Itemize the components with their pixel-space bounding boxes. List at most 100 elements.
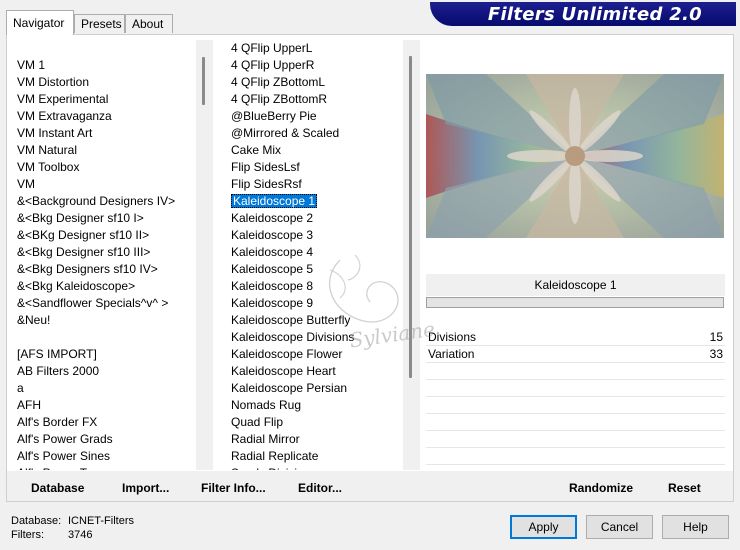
list-item-label: Radial Mirror (231, 432, 300, 446)
filters-count-value: 3746 (68, 529, 93, 541)
database-button[interactable]: Database (31, 481, 84, 495)
list-item[interactable]: Kaleidoscope 3 (219, 227, 417, 244)
list-item-label: VM Natural (17, 143, 78, 157)
list-item[interactable]: &<Sandflower Specials^v^ > (13, 295, 211, 312)
list-item[interactable]: Kaleidoscope Flower (219, 346, 417, 363)
button-label: Help (683, 520, 708, 534)
list-item-label: Kaleidoscope Heart (231, 364, 336, 378)
list-item[interactable]: &<Bkg Kaleidoscope> (13, 278, 211, 295)
scrollbar-thumb[interactable] (202, 57, 205, 105)
button-label: Randomize (569, 481, 634, 495)
list-item[interactable]: Kaleidoscope 2 (219, 210, 417, 227)
list-item[interactable]: a (13, 380, 211, 397)
param-variation[interactable]: Variation 33 (426, 346, 725, 363)
list-item[interactable]: Kaleidoscope Divisions (219, 329, 417, 346)
list-item[interactable]: VM Experimental (13, 91, 211, 108)
title-banner: Filters Unlimited 2.0 (430, 2, 736, 26)
list-item[interactable]: Kaleidoscope Persian (219, 380, 417, 397)
list-item[interactable]: AB Filters 2000 (13, 363, 211, 380)
list-item[interactable]: &<BKg Designer sf10 II> (13, 227, 211, 244)
list-item[interactable]: Kaleidoscope 8 (219, 278, 417, 295)
button-label: Import... (122, 481, 170, 495)
list-item[interactable]: Flip SidesRsf (219, 176, 417, 193)
list-item[interactable]: Kaleidoscope Butterfly (219, 312, 417, 329)
list-item[interactable]: Alf's Power Grads (13, 431, 211, 448)
list-item[interactable]: Nomads Rug (219, 397, 417, 414)
reset-button[interactable]: Reset (668, 481, 701, 495)
list-item[interactable]: Kaleidoscope 1 (219, 193, 417, 210)
list-item[interactable]: &Neu! (13, 312, 211, 329)
list-item[interactable]: 4 QFlip ZBottomL (219, 74, 417, 91)
list-item-label: 4 QFlip ZBottomL (231, 75, 326, 89)
list-item-label: 4 QFlip ZBottomR (231, 92, 328, 106)
list-item[interactable]: VM Natural (13, 142, 211, 159)
list-item[interactable]: 4 QFlip UpperR (219, 57, 417, 74)
list-item-label: Kaleidoscope 1 (231, 194, 318, 208)
list-item[interactable]: Radial Replicate (219, 448, 417, 465)
filter-list[interactable]: 4 QFlip UpperL 4 QFlip UpperR 4 QFlip ZBot… (219, 40, 417, 470)
list-item[interactable]: VM Distortion (13, 74, 211, 91)
list-item[interactable]: Flip SidesLsf (219, 159, 417, 176)
app-title: Filters Unlimited 2.0 (487, 4, 702, 25)
list-item[interactable]: &<Bkg Designer sf10 III> (13, 244, 211, 261)
list-item-label: Kaleidoscope 8 (231, 279, 314, 293)
list-item[interactable]: @Mirrored & Scaled (219, 125, 417, 142)
param-row-empty (426, 380, 725, 397)
list-item[interactable]: Alf's Power Sines (13, 448, 211, 465)
list-item[interactable]: @BlueBerry Pie (219, 108, 417, 125)
list-item[interactable]: &<Bkg Designers sf10 IV> (13, 261, 211, 278)
list-item[interactable]: VM 1 (13, 57, 211, 74)
list-item-label: Kaleidoscope 2 (231, 211, 314, 225)
list-item[interactable]: &<Background Designers IV> (13, 193, 211, 210)
list-item-label: Kaleidoscope 3 (231, 228, 314, 242)
list-item-label: Kaleidoscope 9 (231, 296, 314, 310)
list-item[interactable]: Seeds Divisions (219, 465, 417, 470)
button-label: Database (31, 481, 85, 495)
tab-presets[interactable]: Presets (74, 14, 125, 33)
tab-about[interactable]: About (125, 14, 173, 33)
filter-info-button[interactable]: Filter Info... (201, 481, 266, 495)
list-item[interactable]: VM Extravaganza (13, 108, 211, 125)
category-scrollbar[interactable] (196, 40, 213, 470)
list-item[interactable]: VM Instant Art (13, 125, 211, 142)
param-label: Divisions (428, 330, 477, 344)
apply-button[interactable]: Apply (510, 515, 577, 539)
list-item[interactable]: Radial Mirror (219, 431, 417, 448)
list-item[interactable]: VM Toolbox (13, 159, 211, 176)
list-item[interactable]: Kaleidoscope 5 (219, 261, 417, 278)
list-item-label: Kaleidoscope Flower (231, 347, 343, 361)
list-item-label: Nomads Rug (231, 398, 302, 412)
cancel-button[interactable]: Cancel (586, 515, 653, 539)
tab-label: About (132, 17, 164, 31)
list-item[interactable]: AFH (13, 397, 211, 414)
list-item[interactable]: [AFS IMPORT] (13, 346, 211, 363)
list-item[interactable]: 4 QFlip ZBottomR (219, 91, 417, 108)
list-item[interactable]: VM (13, 176, 211, 193)
list-item-label: &Neu! (17, 313, 51, 327)
list-item[interactable]: Kaleidoscope 9 (219, 295, 417, 312)
list-item[interactable]: &<Bkg Designer sf10 I> (13, 210, 211, 227)
param-row-empty (426, 431, 725, 448)
list-item-label: Kaleidoscope 4 (231, 245, 314, 259)
randomize-button[interactable]: Randomize (569, 481, 633, 495)
parameter-list: Divisions 15 Variation 33 (426, 329, 725, 469)
editor-button[interactable]: Editor... (298, 481, 342, 495)
button-label: Cancel (600, 520, 639, 534)
tab-navigator[interactable]: Navigator (6, 10, 74, 35)
list-item[interactable]: Cake Mix (219, 142, 417, 159)
filter-scrollbar[interactable] (403, 40, 420, 470)
list-item-label: &<Bkg Designers sf10 IV> (17, 262, 158, 276)
list-item-label: &<Sandflower Specials^v^ > (17, 296, 169, 310)
list-item[interactable]: Quad Flip (219, 414, 417, 431)
category-list[interactable]: VM 1 VM Distortion VM Experimental VM Extra… (13, 40, 211, 470)
list-item[interactable]: Alf's Border FX (13, 414, 211, 431)
scrollbar-thumb[interactable] (409, 56, 412, 378)
help-button[interactable]: Help (662, 515, 729, 539)
filter-title: Kaleidoscope 1 (426, 274, 725, 296)
list-item[interactable]: Alf's Power Toys (13, 465, 211, 470)
import-button[interactable]: Import... (122, 481, 169, 495)
list-item[interactable]: Kaleidoscope Heart (219, 363, 417, 380)
param-divisions[interactable]: Divisions 15 (426, 329, 725, 346)
list-item[interactable]: 4 QFlip UpperL (219, 40, 417, 57)
list-item[interactable]: Kaleidoscope 4 (219, 244, 417, 261)
